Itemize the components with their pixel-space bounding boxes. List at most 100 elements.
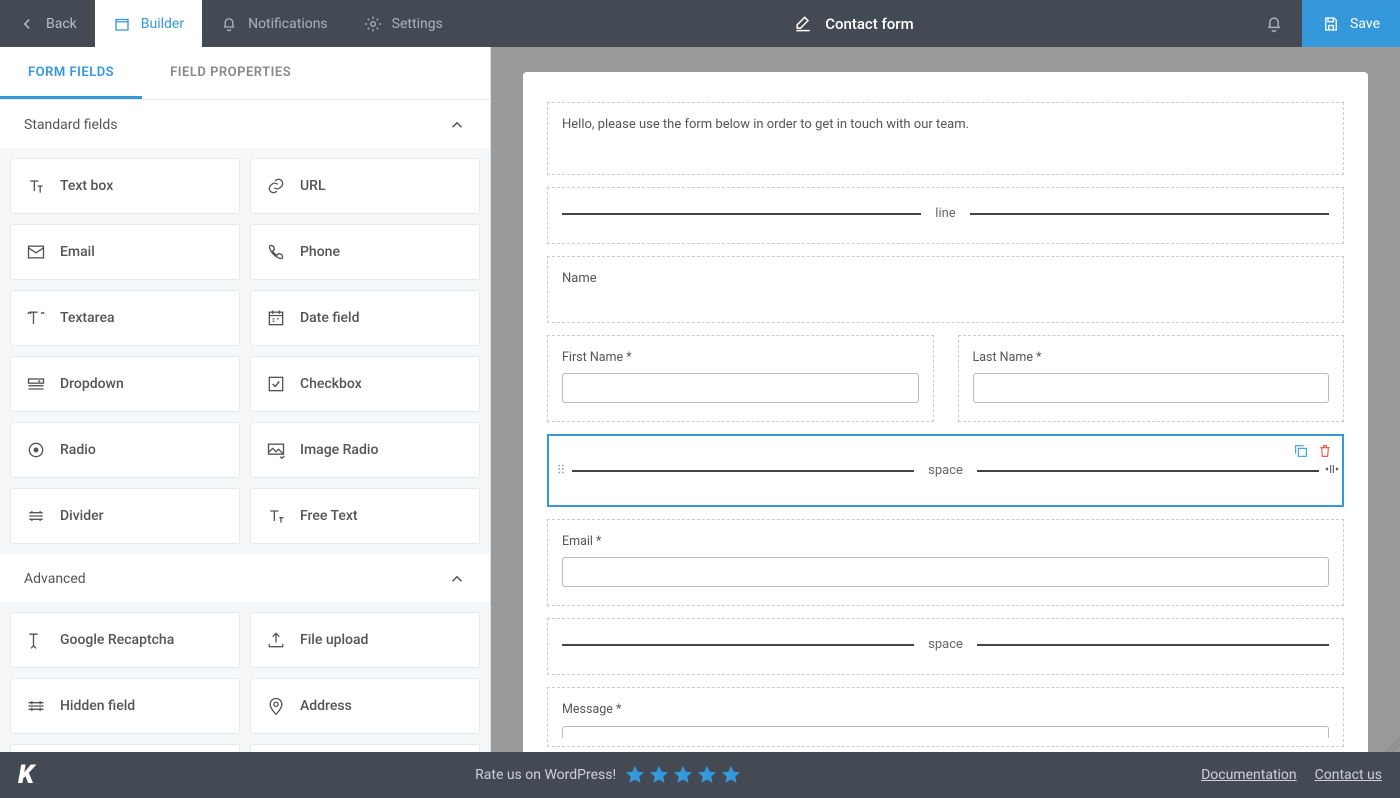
imgradio-icon (266, 440, 286, 460)
notifications-tab[interactable]: Notifications (202, 0, 346, 47)
space-label-2: space (928, 637, 963, 652)
name-heading-block[interactable]: Name (547, 256, 1344, 323)
message-input[interactable] (562, 726, 1329, 738)
alerts-button[interactable] (1246, 0, 1302, 47)
field-item-label: Phone (300, 244, 340, 260)
space-divider-block[interactable]: space (547, 618, 1344, 675)
star-icon (624, 764, 646, 786)
field-item-label: Textarea (60, 310, 115, 326)
intro-text: Hello, please use the form below in orde… (562, 117, 969, 132)
email-input[interactable] (562, 557, 1329, 587)
field-item-url[interactable]: URL (250, 158, 480, 214)
form-canvas[interactable]: Hello, please use the form below in orde… (491, 47, 1400, 752)
field-item-imgradio[interactable]: Image Radio (250, 422, 480, 478)
field-item-rating[interactable]: Rating (10, 744, 240, 752)
field-item-freetext[interactable]: Free Text (250, 488, 480, 544)
space-label: space (928, 463, 963, 478)
save-label: Save (1350, 16, 1380, 32)
line-divider-block[interactable]: line (547, 187, 1344, 244)
settings-tab[interactable]: Settings (346, 0, 461, 47)
email-block[interactable]: Email * (547, 519, 1344, 606)
field-item-upload[interactable]: File upload (250, 612, 480, 668)
bell-icon (1264, 14, 1284, 34)
brand-logo: K (18, 760, 34, 790)
window-resize-grip[interactable] (1384, 736, 1400, 752)
tab-field-properties[interactable]: FIELD PROPERTIES (142, 47, 319, 99)
address-icon (266, 696, 286, 716)
dropdown-icon (26, 374, 46, 394)
section-standard-label: Standard fields (24, 117, 117, 133)
contact-us-link[interactable]: Contact us (1315, 767, 1382, 783)
top-bar: Back Builder Notifications Settings Cont… (0, 0, 1400, 47)
delete-icon[interactable] (1317, 443, 1333, 459)
tab-form-fields[interactable]: FORM FIELDS (0, 47, 142, 99)
field-item-label: Free Text (300, 508, 358, 524)
section-advanced-fields[interactable]: Advanced (0, 554, 490, 602)
url-icon (266, 176, 286, 196)
field-item-date[interactable]: Date field (250, 290, 480, 346)
message-label: Message * (562, 702, 1329, 717)
upload-icon (266, 630, 286, 650)
field-item-label: Checkbox (300, 376, 362, 392)
builder-tab[interactable]: Builder (95, 0, 202, 47)
line-label: line (935, 206, 955, 221)
form-area: Hello, please use the form below in orde… (523, 72, 1368, 752)
name-heading: Name (562, 271, 597, 286)
first-name-block[interactable]: First Name * (547, 335, 934, 422)
field-item-address[interactable]: Address (250, 678, 480, 734)
chevron-up-icon (448, 116, 466, 134)
drag-handle-icon[interactable] (554, 462, 568, 480)
sidebar-tabs: FORM FIELDS FIELD PROPERTIES (0, 47, 490, 100)
last-name-block[interactable]: Last Name * (958, 335, 1345, 422)
field-item-checkbox[interactable]: Checkbox (250, 356, 480, 412)
documentation-link[interactable]: Documentation (1201, 767, 1297, 783)
space-divider-block-selected[interactable]: space (547, 434, 1344, 507)
save-button[interactable]: Save (1302, 0, 1400, 47)
recaptcha-icon (26, 630, 46, 650)
phone-icon (266, 242, 286, 262)
section-standard-fields[interactable]: Standard fields (0, 100, 490, 148)
last-name-input[interactable] (973, 373, 1330, 403)
resize-handle-icon[interactable] (1324, 461, 1340, 481)
intro-text-block[interactable]: Hello, please use the form below in orde… (547, 102, 1344, 175)
rate-text: Rate us on WordPress! (475, 767, 616, 783)
hidden-icon (26, 696, 46, 716)
field-item-dropdown[interactable]: Dropdown (10, 356, 240, 412)
chevron-up-icon (448, 570, 466, 588)
footer-bar: K Rate us on WordPress! Documentation Co… (0, 752, 1400, 798)
bell-icon (220, 15, 238, 33)
back-label: Back (46, 16, 77, 32)
freetext-icon (266, 506, 286, 526)
field-item-label: Radio (60, 442, 96, 458)
builder-label: Builder (141, 16, 184, 32)
form-title-area[interactable]: Contact form (461, 14, 1246, 34)
message-block[interactable]: Message * (547, 687, 1344, 747)
last-name-label: Last Name * (973, 350, 1330, 365)
field-item-recaptcha[interactable]: Google Recaptcha (10, 612, 240, 668)
checkbox-icon (266, 374, 286, 394)
rating-stars[interactable] (624, 764, 742, 786)
field-item-email[interactable]: Email (10, 224, 240, 280)
back-button[interactable]: Back (0, 0, 95, 47)
settings-label: Settings (392, 16, 443, 32)
field-item-label: File upload (300, 632, 368, 648)
field-item-phone[interactable]: Phone (250, 224, 480, 280)
field-item-hidden[interactable]: Hidden field (10, 678, 240, 734)
field-item-label: Date field (300, 310, 359, 326)
textarea-icon (26, 308, 46, 328)
radio-icon (26, 440, 46, 460)
field-item-radio[interactable]: Radio (10, 422, 240, 478)
field-item-divider[interactable]: Divider (10, 488, 240, 544)
star-icon (648, 764, 670, 786)
section-advanced-label: Advanced (24, 571, 86, 587)
field-item-smart[interactable]: Smart Text Output (250, 744, 480, 752)
field-item-textarea[interactable]: Textarea (10, 290, 240, 346)
save-icon (1322, 15, 1340, 33)
field-item-text[interactable]: Text box (10, 158, 240, 214)
duplicate-icon[interactable] (1293, 443, 1309, 459)
field-item-label: Image Radio (300, 442, 378, 458)
gear-icon (364, 15, 382, 33)
divider-icon (26, 506, 46, 526)
first-name-input[interactable] (562, 373, 919, 403)
field-item-label: Divider (60, 508, 104, 524)
